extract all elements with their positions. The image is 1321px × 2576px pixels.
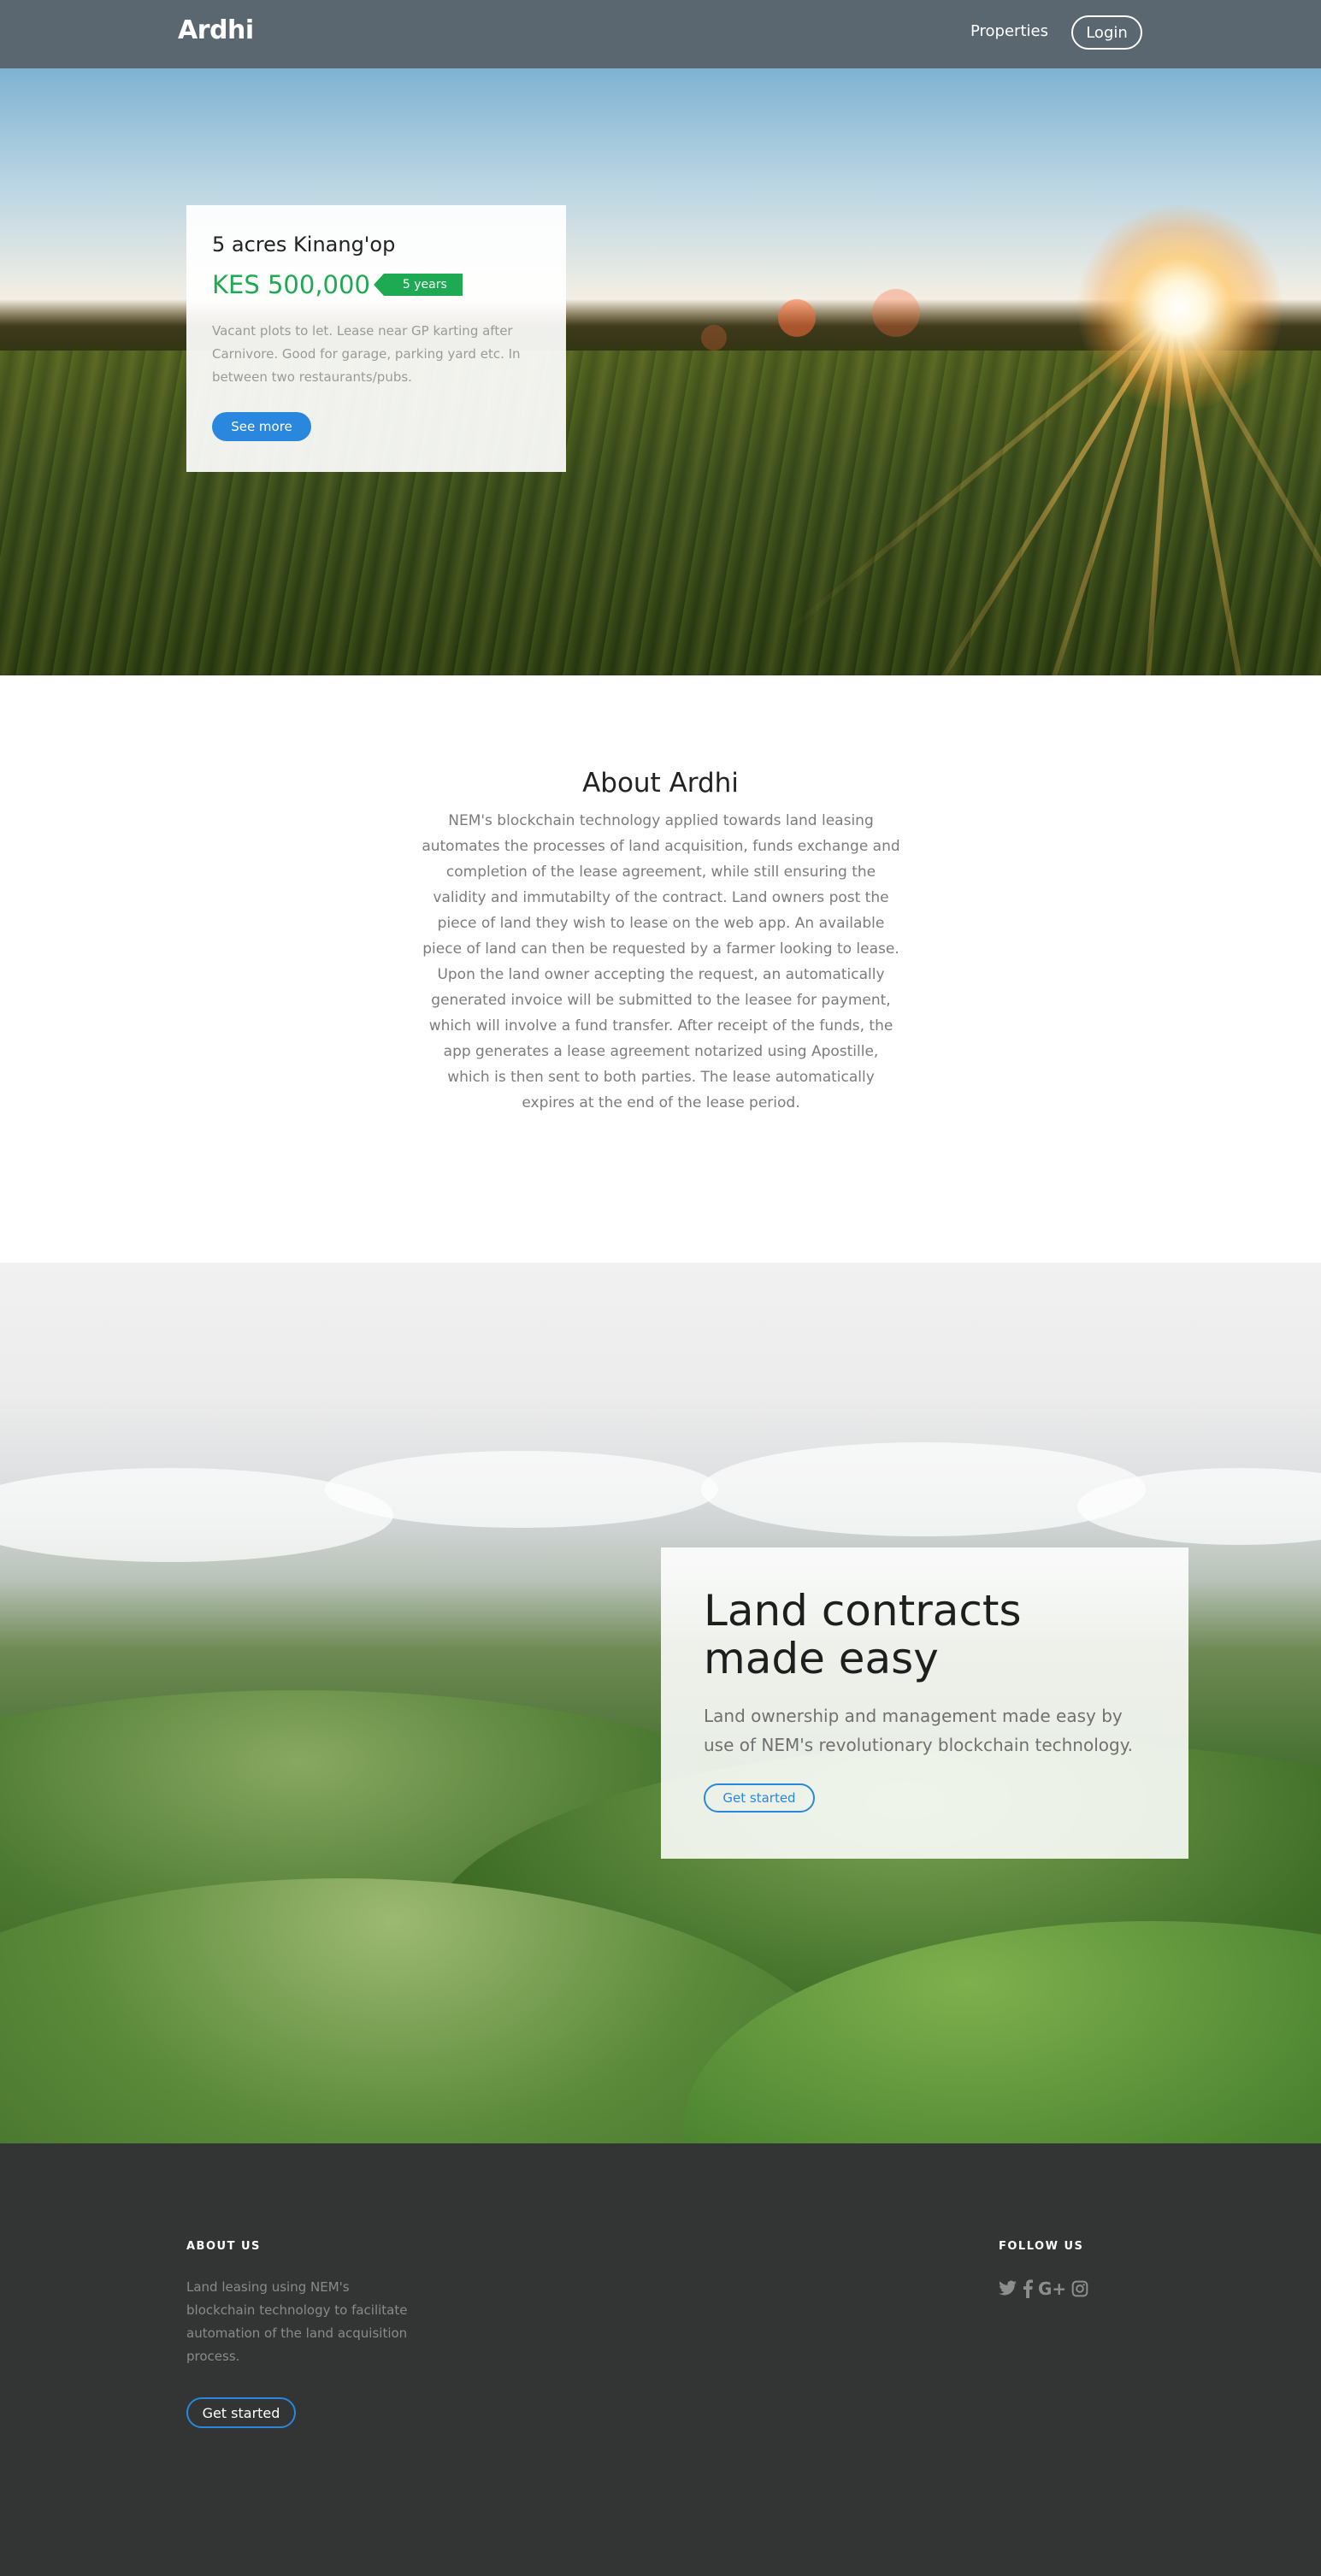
footer-about-text: Land leasing using NEM's blockchain tech… bbox=[186, 2279, 408, 2364]
facebook-icon[interactable] bbox=[1023, 2279, 1033, 2298]
login-button[interactable]: Login bbox=[1071, 15, 1142, 50]
cloud bbox=[701, 1442, 1146, 1536]
nav-properties-link[interactable]: Properties bbox=[970, 22, 1048, 40]
cloud bbox=[325, 1451, 718, 1528]
promo-text: Land ownership and management made easy … bbox=[704, 1706, 1134, 1755]
social-links: G+ bbox=[999, 2278, 1088, 2299]
twitter-icon[interactable] bbox=[999, 2280, 1017, 2297]
lease-term-badge: 5 years bbox=[373, 274, 463, 296]
lens-flare bbox=[701, 325, 727, 351]
instagram-icon[interactable] bbox=[1071, 2280, 1088, 2297]
promo-card: Land contracts made easy Land ownership … bbox=[661, 1547, 1188, 1859]
lens-flare bbox=[778, 299, 816, 337]
listing-title: 5 acres Kinang'op bbox=[212, 233, 396, 256]
about-title: About Ardhi bbox=[582, 768, 739, 799]
lens-flare bbox=[872, 289, 920, 337]
footer: ABOUT US Land leasing using NEM's blockc… bbox=[0, 2143, 1321, 2576]
get-started-button[interactable]: Get started bbox=[704, 1783, 815, 1813]
listing-price-row: KES 500,000 5 years bbox=[212, 270, 540, 299]
google-plus-icon[interactable]: G+ bbox=[1038, 2278, 1066, 2299]
see-more-button[interactable]: See more bbox=[212, 412, 311, 441]
footer-follow-heading: FOLLOW US bbox=[999, 2240, 1084, 2253]
featured-listing-card: 5 acres Kinang'op KES 500,000 5 years Va… bbox=[186, 205, 566, 472]
listing-price: KES 500,000 bbox=[212, 270, 370, 299]
about-text: NEM's blockchain technology applied towa… bbox=[422, 812, 900, 1111]
listing-description: Vacant plots to let. Lease near GP karti… bbox=[212, 323, 521, 385]
sun-glow bbox=[1077, 205, 1283, 410]
footer-about-heading: ABOUT US bbox=[186, 2240, 261, 2253]
brand-logo[interactable]: Ardhi bbox=[178, 15, 254, 45]
promo-title: Land contracts made easy bbox=[704, 1586, 1022, 1683]
top-navbar: Ardhi Properties Login bbox=[0, 0, 1321, 68]
footer-get-started-button[interactable]: Get started bbox=[186, 2397, 296, 2428]
